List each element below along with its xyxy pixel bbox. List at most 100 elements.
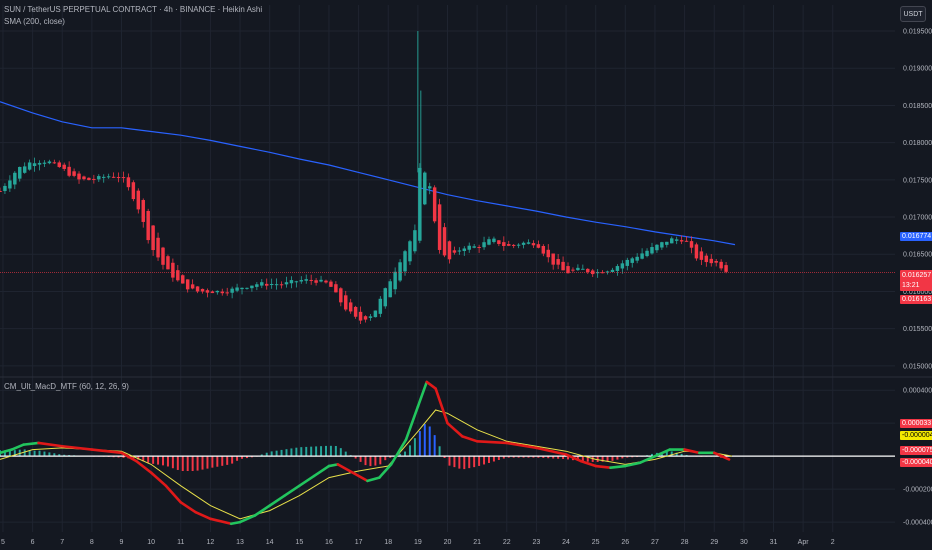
candle-body [655, 244, 659, 251]
candle-body [615, 266, 620, 271]
candle-body [294, 281, 299, 283]
candle-body [383, 288, 387, 307]
histogram-bar [221, 456, 224, 466]
candle-body [284, 282, 289, 285]
time-tick-label: 2 [831, 539, 835, 546]
time-tick-label: 20 [444, 539, 452, 546]
macd-line-segment [209, 517, 233, 526]
candle-body [670, 238, 674, 244]
price-tick-label: 0.017000 [903, 215, 932, 222]
candle-body [526, 242, 531, 244]
time-tick-label: 30 [740, 539, 748, 546]
candle-body [467, 245, 471, 250]
time-tick-label: 14 [266, 539, 274, 546]
histogram-bar [438, 446, 441, 457]
candle-body [156, 237, 160, 258]
countdown-value: 13:21 [902, 282, 920, 289]
candle-body [101, 176, 106, 178]
candle-body [507, 244, 511, 246]
macd-line-segment [475, 440, 509, 445]
macd-line-segment [37, 441, 64, 448]
price-tick-label: 0.016500 [903, 252, 932, 259]
price-tick-label: 0.015000 [903, 363, 932, 370]
macd-badge-3: -0.000075 [900, 446, 932, 455]
histogram-bar [166, 456, 169, 467]
candle-body [289, 280, 294, 284]
histogram-bar [176, 456, 179, 470]
time-axis[interactable]: 5 6 7 8 9 10 11 12 13 14 15 16 17 18 19 20 21 22 23 24 25 26 2… [1, 539, 835, 546]
candle-body [279, 284, 284, 286]
histogram-bar [310, 446, 313, 457]
candle-body [32, 163, 37, 167]
candle-body [427, 186, 432, 189]
candle-body [77, 173, 81, 180]
currency-button[interactable]: USDT [900, 6, 926, 22]
candle-body [482, 242, 486, 248]
macd-line-segment [312, 464, 331, 478]
histogram-bar [157, 456, 160, 465]
candle-body [487, 239, 491, 245]
candle-body [442, 227, 447, 256]
candle-body [447, 241, 452, 260]
candle-body [245, 287, 249, 289]
histogram-bar [606, 456, 609, 462]
histogram-bar [280, 449, 283, 457]
candle-body [42, 162, 47, 164]
time-tick-label: 25 [592, 539, 600, 546]
candle-body [477, 247, 481, 249]
candle-body [452, 250, 457, 253]
candle-body [403, 251, 407, 272]
candle-body [551, 253, 555, 265]
candle-body [502, 242, 506, 246]
histogram-bar [492, 456, 495, 462]
candle-body [3, 185, 7, 192]
candle-body [423, 172, 427, 205]
candle-body [205, 290, 210, 293]
candle-body [220, 291, 224, 294]
candle-body [67, 166, 71, 176]
candle-body [334, 284, 338, 293]
macd-line-segment [389, 438, 408, 466]
time-tick-label: 6 [31, 539, 35, 546]
histogram-bar [339, 448, 342, 457]
candle-body [635, 256, 639, 261]
candle-body [299, 280, 304, 282]
candle-body [260, 282, 264, 286]
time-tick-label: 22 [503, 539, 511, 546]
histogram-bar [226, 456, 229, 465]
histogram-bar [468, 456, 471, 469]
candle-body [319, 279, 323, 282]
histogram-bar [206, 456, 209, 469]
sma-legend[interactable]: SMA (200, close) [4, 17, 65, 26]
candle-body [674, 239, 679, 241]
candle-body [373, 310, 378, 318]
histogram-bar [196, 456, 199, 471]
candle-body [679, 240, 684, 242]
macd-legend[interactable]: CM_Ult_MacD_MTF (60, 12, 26, 9) [4, 382, 129, 391]
candle-body [531, 243, 536, 246]
candle-body [250, 285, 254, 289]
histogram-bar [359, 456, 362, 462]
histogram-bar [201, 456, 204, 470]
candle-body [136, 190, 141, 210]
candle-body [358, 311, 363, 321]
chart-canvas[interactable]: 0.019500 0.019000 0.018500 0.018000 0.017500… [0, 0, 932, 550]
chart-title[interactable]: SUN / TetherUS PERPETUAL CONTRACT · 4h ·… [4, 5, 262, 14]
candle-body [22, 166, 27, 173]
candle-body [27, 162, 32, 170]
candle-body [176, 270, 180, 281]
macd-badge-4: -0.000040 [900, 458, 932, 467]
time-tick-label: 31 [770, 539, 778, 546]
macd-line-segment [366, 476, 381, 483]
price-value: 0.016257 [902, 272, 932, 279]
candle-body [348, 302, 353, 312]
candle-body [689, 241, 694, 248]
histogram-bar [379, 456, 382, 465]
candle-body [106, 176, 111, 178]
price-axis[interactable]: 0.019500 0.019000 0.018500 0.018000 0.017500… [903, 29, 932, 371]
candle-body [660, 242, 664, 248]
histogram-bar [147, 456, 150, 463]
candle-body [640, 253, 644, 259]
candle-body [82, 176, 86, 180]
histogram-bar [458, 456, 461, 469]
